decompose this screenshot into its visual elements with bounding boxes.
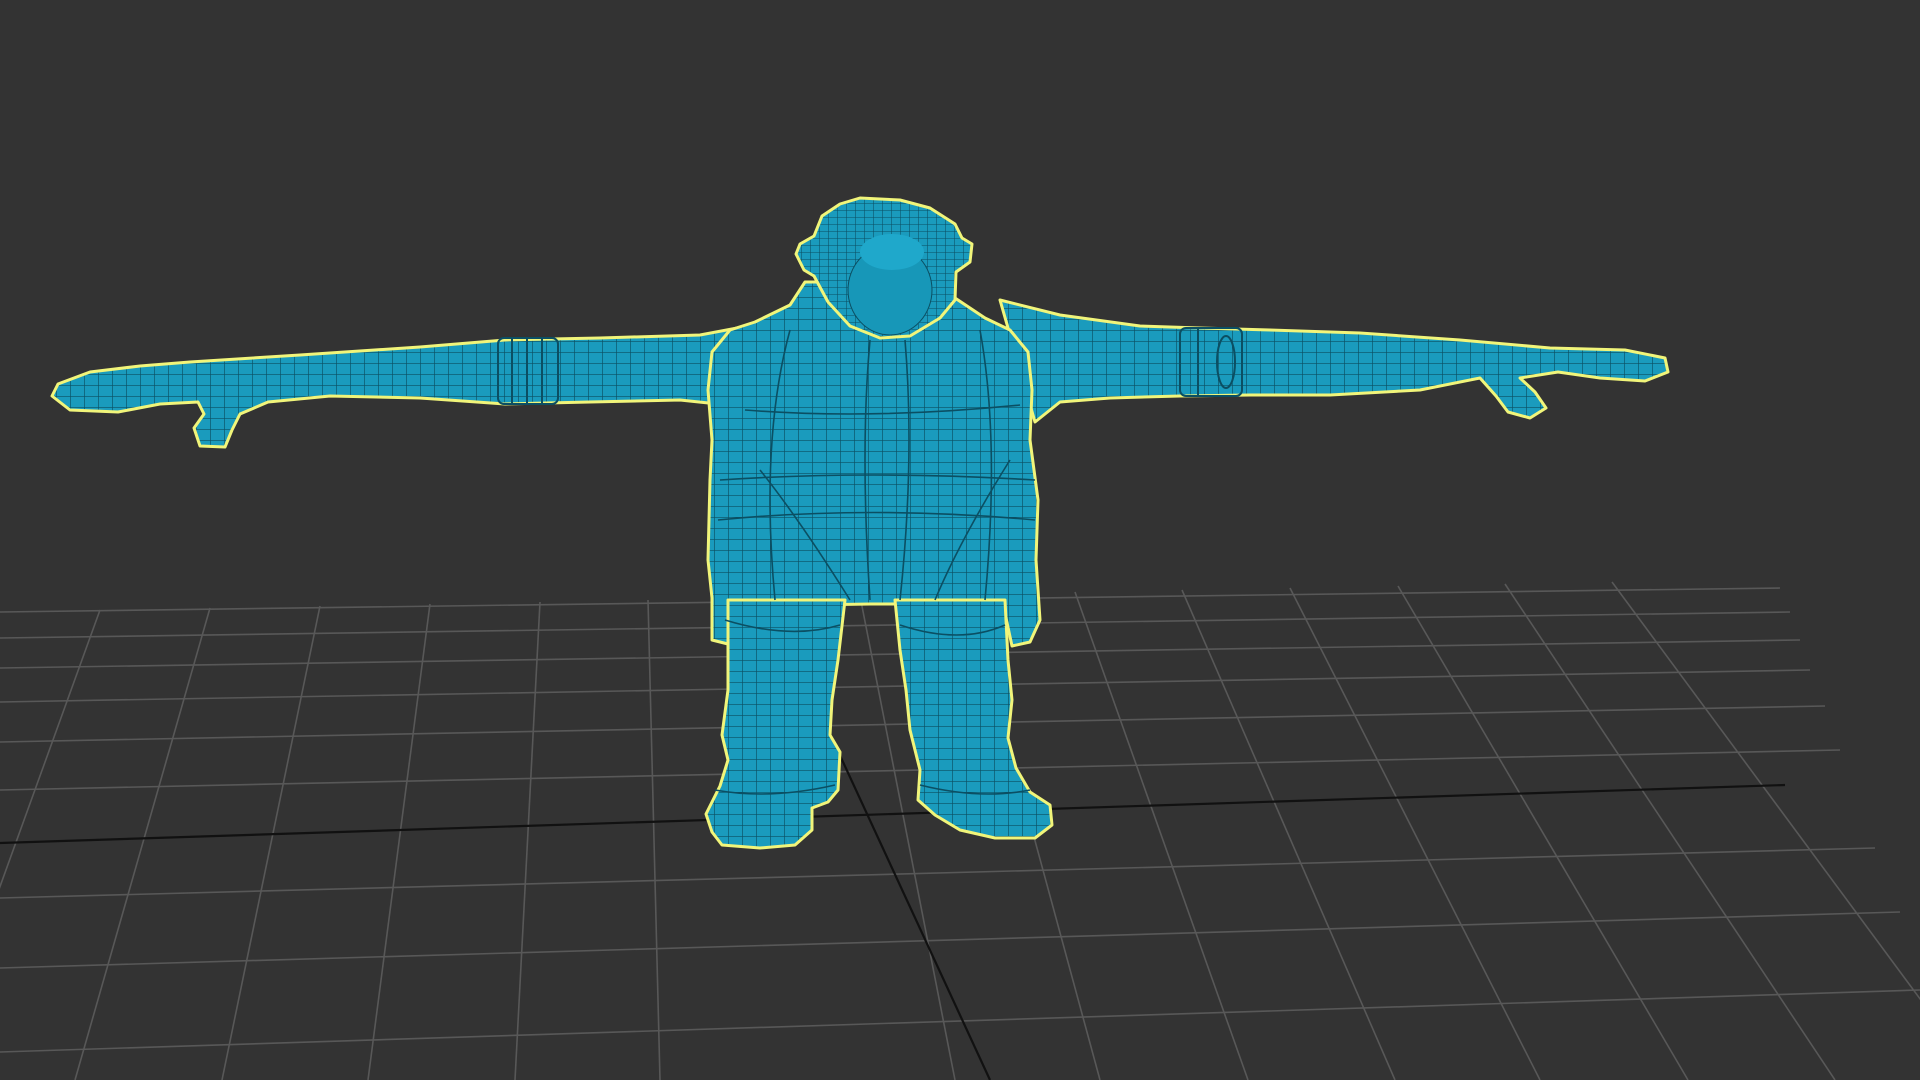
face-mesh xyxy=(860,234,924,270)
viewport-canvas[interactable] xyxy=(0,0,1920,1080)
character-wireframe-mesh[interactable] xyxy=(50,196,1670,850)
right-arm[interactable] xyxy=(998,298,1670,424)
3d-viewport[interactable] xyxy=(0,0,1920,1080)
left-leg[interactable] xyxy=(704,598,847,850)
